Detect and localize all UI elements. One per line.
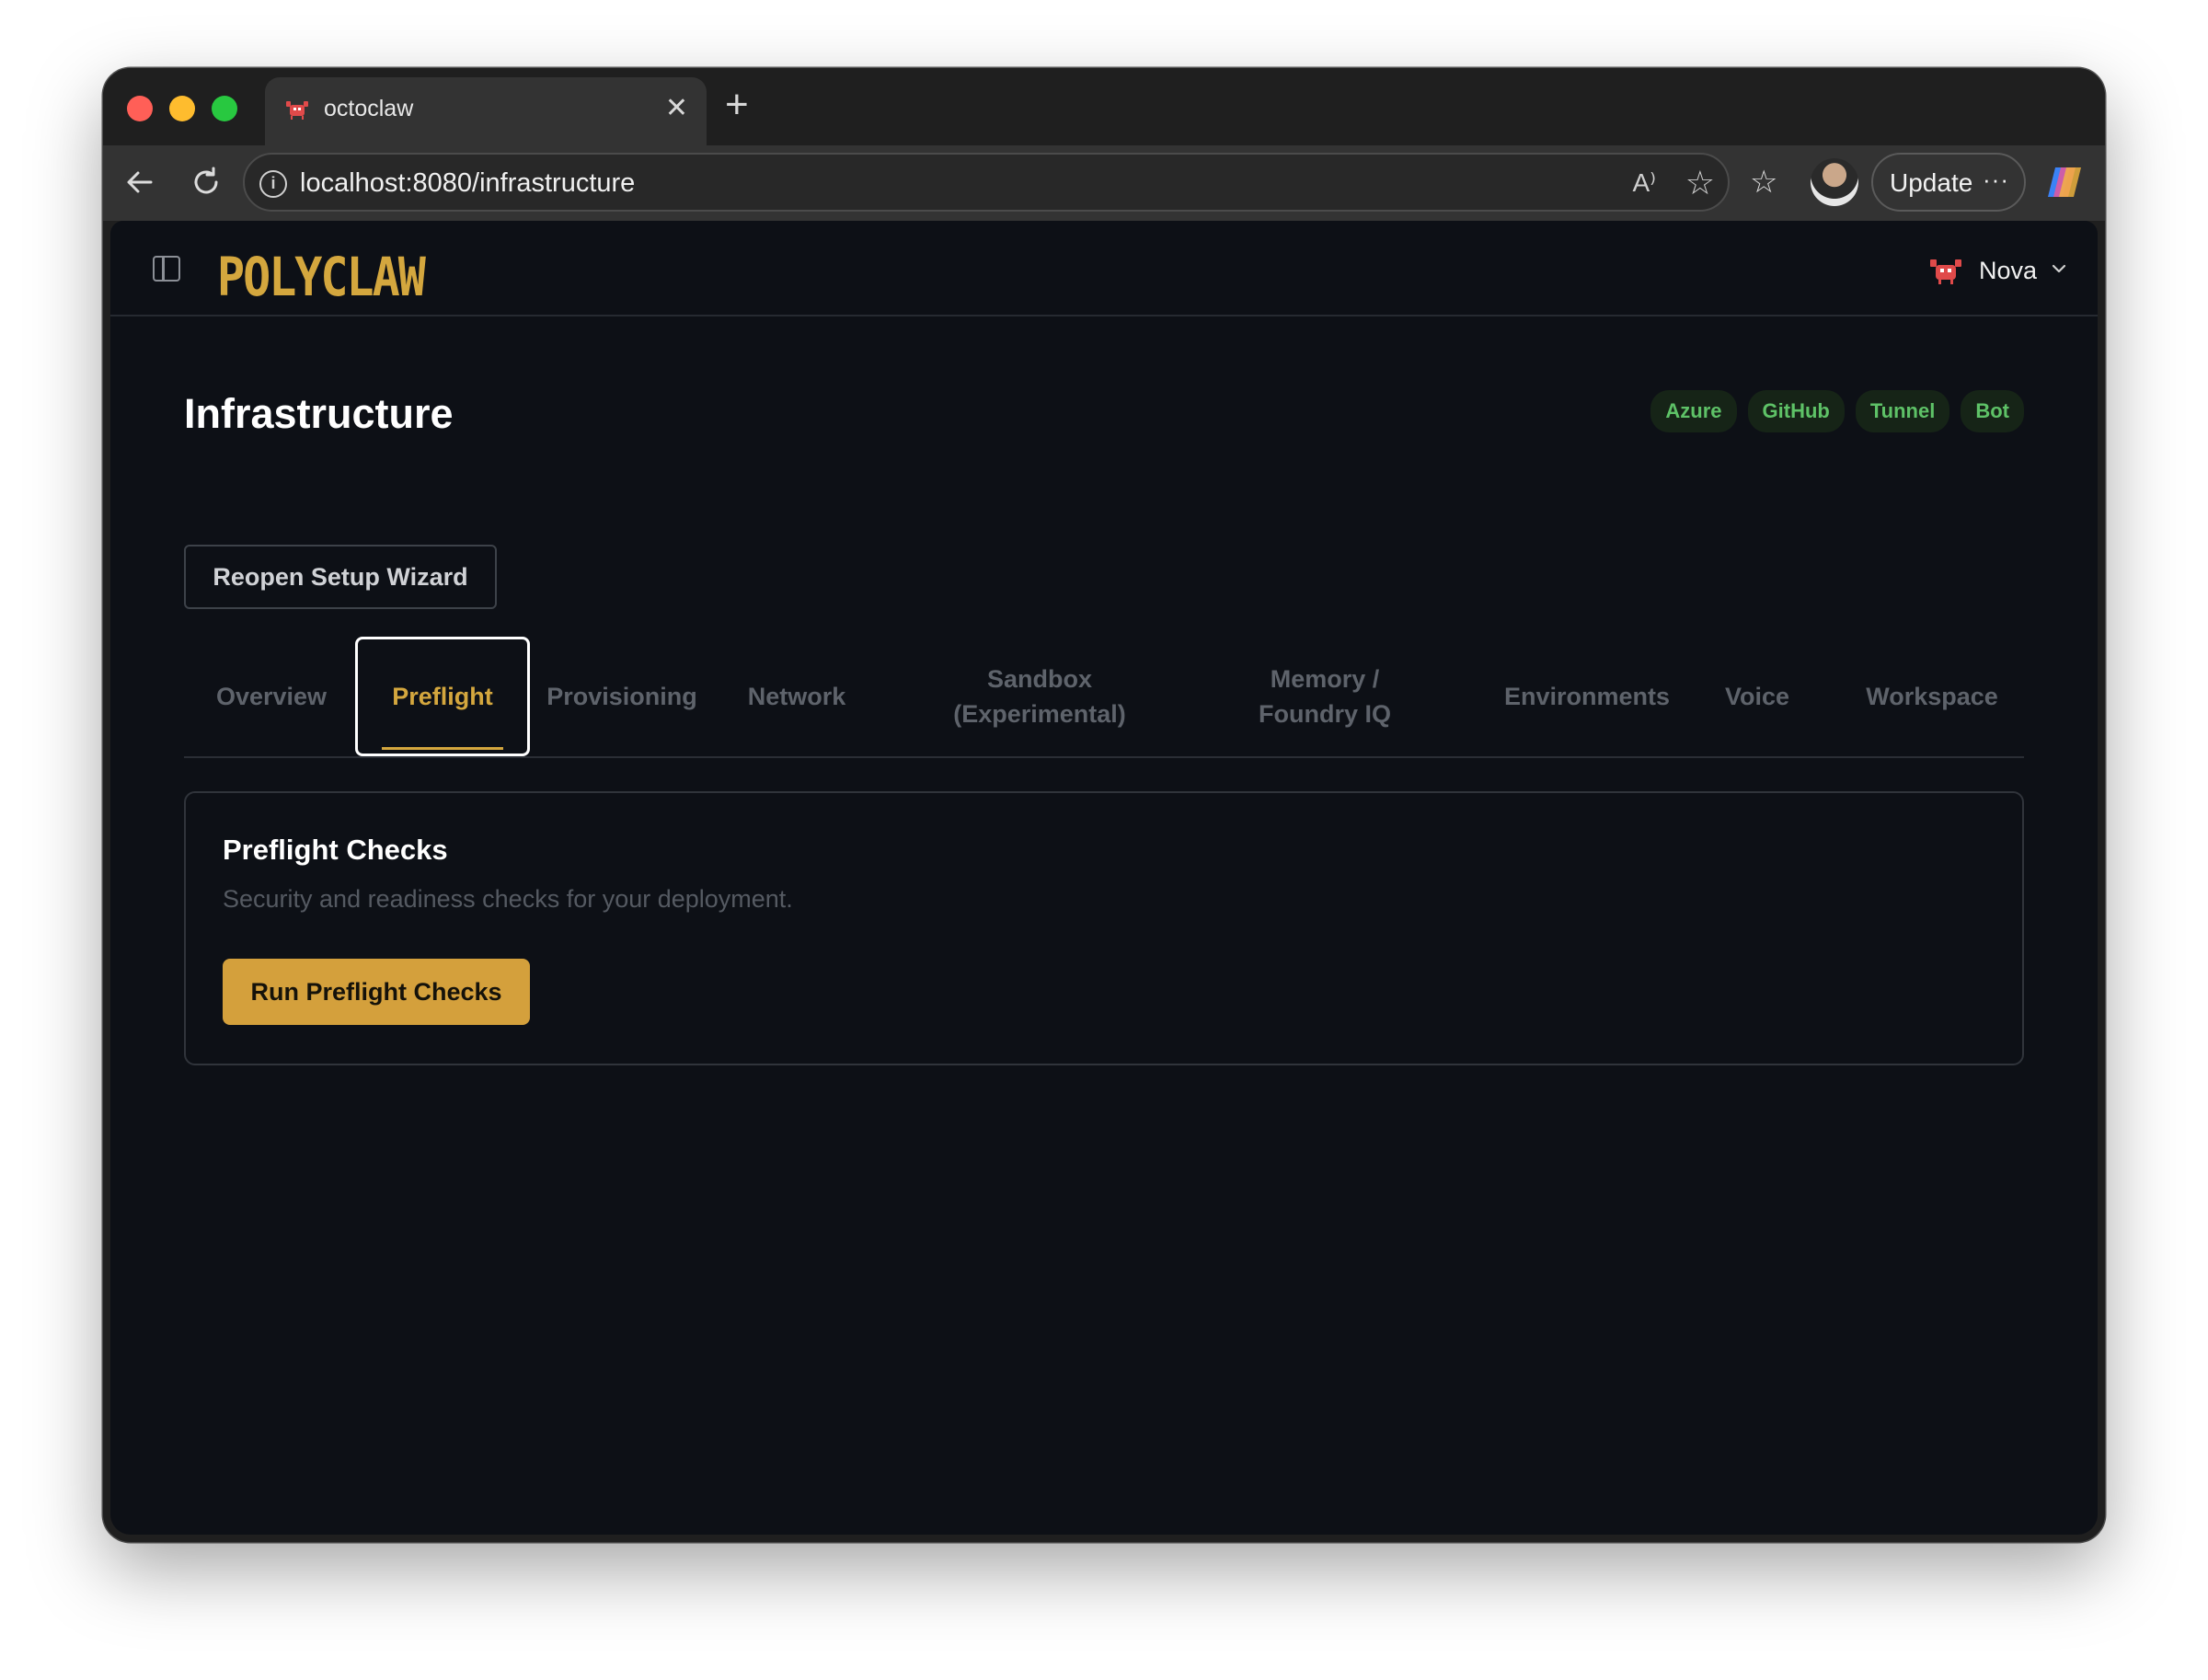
chevron-down-icon	[2052, 264, 2066, 273]
tab-workspace[interactable]: Workspace	[1840, 637, 2024, 756]
status-badge-github: GitHub	[1747, 390, 1845, 432]
read-aloud-icon[interactable]: A⁾	[1632, 167, 1656, 198]
tab-provisioning[interactable]: Provisioning	[530, 637, 714, 756]
card-title: Preflight Checks	[223, 834, 448, 866]
site-info-icon[interactable]: i	[259, 170, 287, 198]
user-name: Nova	[1978, 257, 2037, 284]
status-badge-azure: Azure	[1650, 390, 1737, 432]
favorite-star-icon[interactable]: ☆	[1685, 164, 1715, 202]
maximize-window-button[interactable]	[212, 96, 237, 121]
profile-avatar[interactable]	[1811, 158, 1858, 206]
user-menu[interactable]: Nova	[1929, 252, 2066, 289]
update-label: Update	[1890, 168, 1973, 197]
tab-network[interactable]: Network	[714, 637, 880, 756]
copilot-icon[interactable]	[2042, 160, 2087, 204]
reload-icon[interactable]	[188, 164, 224, 201]
tab-title: octoclaw	[324, 96, 414, 121]
browser-tab-bar: octoclaw ✕ +	[103, 68, 2105, 145]
polyclaw-logo[interactable]: POLYCLAW	[217, 247, 426, 308]
preflight-card: Preflight Checks Security and readiness …	[184, 791, 2024, 1065]
browser-window: octoclaw ✕ + i localhost:8080/infrastruc…	[103, 68, 2105, 1542]
crab-favicon-icon	[286, 101, 308, 120]
tab-preflight[interactable]: Preflight	[355, 637, 530, 756]
app-header: POLYCLAW Nova	[110, 221, 2098, 316]
new-tab-icon[interactable]: +	[725, 85, 749, 125]
crab-avatar-icon	[1929, 259, 1961, 284]
tab-memory-foundry[interactable]: Memory / Foundry IQ	[1242, 637, 1408, 756]
tab-overview[interactable]: Overview	[184, 637, 359, 756]
address-bar[interactable]: i localhost:8080/infrastructure A⁾ ☆	[243, 153, 1730, 212]
back-arrow-icon[interactable]	[121, 164, 158, 201]
page-title: Infrastructure	[184, 390, 454, 437]
close-tab-icon[interactable]: ✕	[665, 92, 688, 125]
card-subtitle: Security and readiness checks for your d…	[223, 885, 793, 913]
tab-sandbox[interactable]: Sandbox (Experimental)	[948, 637, 1132, 756]
favorites-icon[interactable]: ☆	[1750, 164, 1777, 201]
status-badges: Azure GitHub Tunnel Bot	[1650, 390, 2024, 432]
status-badge-tunnel: Tunnel	[1855, 390, 1950, 432]
app-viewport: POLYCLAW Nova Infrastructure Azure GitHu…	[110, 221, 2098, 1535]
reopen-setup-wizard-button[interactable]: Reopen Setup Wizard	[184, 545, 497, 609]
tab-environments[interactable]: Environments	[1490, 637, 1684, 756]
update-button[interactable]: Update ···	[1871, 153, 2026, 212]
url-text[interactable]: localhost:8080/infrastructure	[300, 168, 635, 199]
minimize-window-button[interactable]	[169, 96, 195, 121]
tab-voice[interactable]: Voice	[1693, 637, 1822, 756]
browser-tab[interactable]: octoclaw ✕	[265, 77, 707, 145]
more-menu-icon: ···	[1983, 166, 2009, 193]
close-window-button[interactable]	[127, 96, 153, 121]
sidebar-toggle-icon[interactable]	[153, 256, 180, 282]
browser-toolbar: i localhost:8080/infrastructure A⁾ ☆ ☆ U…	[103, 145, 2105, 221]
infrastructure-tabs: Overview Preflight Provisioning Network …	[184, 637, 2024, 758]
run-preflight-checks-button[interactable]: Run Preflight Checks	[223, 959, 530, 1025]
status-badge-bot: Bot	[1961, 390, 2024, 432]
